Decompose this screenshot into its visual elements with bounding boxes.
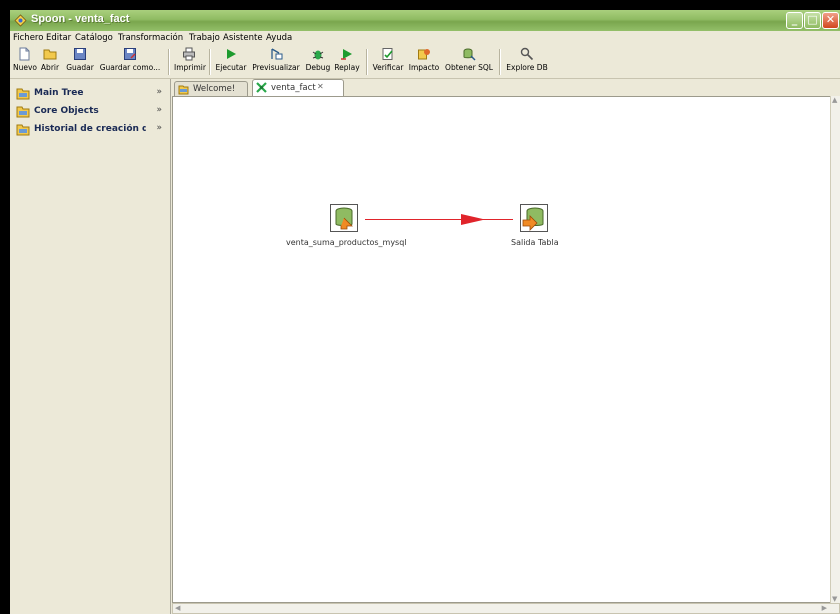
folder-icon bbox=[16, 88, 30, 100]
ejecutar-button[interactable]: Ejecutar bbox=[215, 47, 247, 72]
folder-icon bbox=[16, 124, 30, 136]
window-title: Spoon - venta_fact bbox=[31, 13, 130, 25]
horizontal-scrollbar[interactable]: ◀ ▶ bbox=[172, 603, 840, 614]
vertical-scrollbar[interactable]: ▲ ▼ bbox=[830, 96, 840, 603]
impacto-button[interactable]: Impacto bbox=[408, 47, 440, 72]
preview-icon bbox=[271, 48, 283, 60]
toolbar-separator bbox=[366, 49, 368, 75]
folder-icon bbox=[16, 106, 30, 118]
minimize-button[interactable]: _ bbox=[786, 12, 803, 29]
open-folder-icon bbox=[43, 49, 57, 60]
save-icon bbox=[74, 48, 86, 60]
sidebar-item-core-objects[interactable]: Core Objects » bbox=[14, 103, 166, 121]
menu-fichero[interactable]: Fichero bbox=[13, 33, 43, 43]
sql-icon bbox=[463, 48, 476, 61]
menu-ayuda[interactable]: Ayuda bbox=[266, 33, 292, 43]
obtener-sql-button[interactable]: Obtener SQL bbox=[444, 47, 494, 72]
scroll-left-icon[interactable]: ◀ bbox=[175, 604, 180, 612]
welcome-icon bbox=[178, 85, 189, 95]
tab-venta-fact[interactable]: venta_fact ✕ bbox=[252, 79, 344, 96]
save-as-icon bbox=[124, 48, 136, 60]
scroll-right-icon[interactable]: ▶ bbox=[822, 604, 827, 612]
scroll-up-icon[interactable]: ▲ bbox=[832, 96, 837, 104]
tab-welcome[interactable]: Welcome! bbox=[174, 81, 248, 96]
menu-editar[interactable]: Editar bbox=[46, 33, 71, 43]
guardar-como-button[interactable]: Guardar como... bbox=[98, 47, 162, 72]
chevron-down-icon[interactable]: » bbox=[156, 105, 162, 115]
debug-button[interactable]: Debug bbox=[305, 47, 331, 72]
transformation-icon bbox=[256, 82, 267, 93]
verify-check-icon bbox=[382, 48, 393, 60]
title-bar[interactable]: Spoon - venta_fact _ □ ✕ bbox=[10, 10, 840, 31]
replay-icon bbox=[341, 49, 352, 60]
tab-close-icon[interactable]: ✕ bbox=[317, 82, 324, 91]
chevron-down-icon[interactable]: » bbox=[156, 87, 162, 97]
maximize-button[interactable]: □ bbox=[804, 12, 821, 29]
step-label: venta_suma_productos_mysql bbox=[286, 238, 407, 247]
toolbar-separator bbox=[168, 49, 170, 75]
hop-arrow-icon bbox=[461, 214, 485, 225]
verificar-button[interactable]: Verificar bbox=[372, 47, 404, 72]
impact-icon bbox=[418, 49, 430, 60]
hop-line[interactable] bbox=[365, 219, 513, 220]
run-play-icon bbox=[227, 49, 236, 59]
transformation-canvas[interactable]: venta_suma_productos_mysql Salida Tabla bbox=[172, 96, 840, 603]
close-button[interactable]: ✕ bbox=[822, 12, 839, 29]
menu-asistente[interactable]: Asistente bbox=[223, 33, 263, 43]
toolbar-separator bbox=[209, 49, 211, 75]
step-label: Salida Tabla bbox=[511, 238, 559, 247]
previsualizar-button[interactable]: Previsualizar bbox=[250, 47, 302, 72]
chevron-down-icon[interactable]: » bbox=[156, 123, 162, 133]
sidebar-item-historial[interactable]: Historial de creación d » bbox=[14, 121, 166, 139]
toolbar: Nuevo Abrir Guadar Guardar como... Impri… bbox=[10, 46, 840, 79]
table-output-step-icon[interactable] bbox=[520, 204, 548, 232]
imprimir-button[interactable]: Imprimir bbox=[174, 47, 206, 72]
menu-trabajo[interactable]: Trabajo bbox=[189, 33, 220, 43]
menu-bar: Fichero Editar Catálogo Transformación T… bbox=[10, 31, 840, 46]
explore-db-icon bbox=[520, 47, 534, 61]
spoon-window: Spoon - venta_fact _ □ ✕ Fichero Editar … bbox=[10, 10, 840, 614]
explore-db-button[interactable]: Explore DB bbox=[505, 47, 549, 72]
nuevo-button[interactable]: Nuevo bbox=[13, 47, 37, 72]
printer-icon bbox=[183, 47, 195, 61]
table-input-step-icon[interactable] bbox=[330, 204, 358, 232]
abrir-button[interactable]: Abrir bbox=[40, 47, 60, 72]
new-file-icon bbox=[19, 47, 30, 61]
toolbar-separator bbox=[499, 49, 501, 75]
spoon-app-icon bbox=[14, 14, 27, 27]
guardar-button[interactable]: Guadar bbox=[65, 47, 95, 72]
left-panel: Main Tree » Core Objects » Historial de … bbox=[10, 79, 171, 614]
debug-bug-icon bbox=[312, 50, 324, 60]
sidebar-item-main-tree[interactable]: Main Tree » bbox=[14, 85, 166, 103]
scroll-down-icon[interactable]: ▼ bbox=[832, 595, 837, 603]
editor-tabs: Welcome! venta_fact ✕ bbox=[172, 79, 840, 96]
replay-button[interactable]: Replay bbox=[333, 47, 361, 72]
menu-transformacion[interactable]: Transformación bbox=[118, 33, 183, 43]
menu-catalogo[interactable]: Catálogo bbox=[75, 33, 113, 43]
